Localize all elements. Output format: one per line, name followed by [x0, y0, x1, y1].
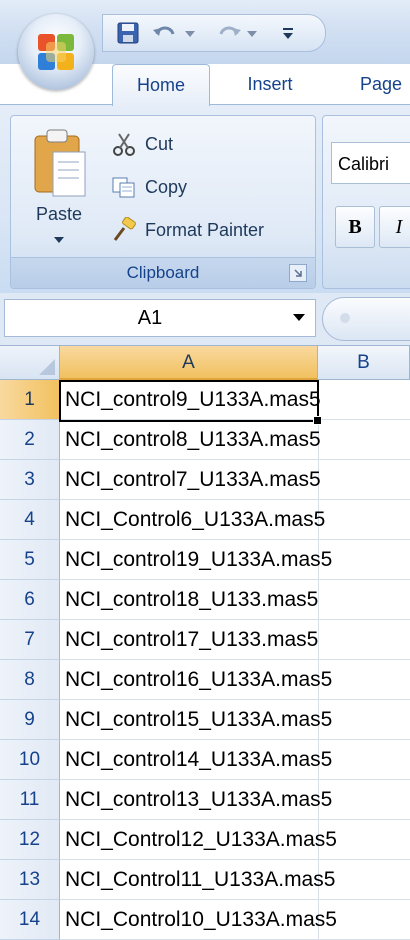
- copy-button[interactable]: Copy: [111, 171, 187, 203]
- cell-a[interactable]: NCI_control18_U133.mas5: [60, 580, 410, 620]
- font-group: Calibri B I: [322, 115, 410, 289]
- row-header[interactable]: 12: [0, 820, 60, 860]
- undo-button[interactable]: [149, 18, 201, 48]
- table-row: 12 NCI_Control12_U133A.mas5: [0, 820, 410, 860]
- table-row: 10 NCI_control14_U133A.mas5: [0, 740, 410, 780]
- formula-divider-icon: [340, 313, 350, 323]
- undo-icon: [153, 26, 195, 37]
- fill-handle[interactable]: [313, 416, 322, 425]
- table-row: 5 NCI_control19_U133A.mas5: [0, 540, 410, 580]
- row-header[interactable]: 7: [0, 620, 60, 660]
- table-row: 3 NCI_control7_U133A.mas5: [0, 460, 410, 500]
- row-header[interactable]: 3: [0, 460, 60, 500]
- clipboard-group: Paste Cut Copy Format Painter Clipboard: [10, 115, 316, 289]
- table-row: 7 NCI_control17_U133.mas5: [0, 620, 410, 660]
- font-name-box[interactable]: Calibri: [331, 142, 410, 184]
- tab-page-layout[interactable]: Page: [330, 64, 410, 104]
- save-button[interactable]: [113, 18, 143, 48]
- save-icon: [117, 22, 139, 44]
- redo-button[interactable]: [211, 18, 263, 48]
- formula-input-area[interactable]: [322, 297, 410, 341]
- row-header[interactable]: 13: [0, 860, 60, 900]
- cell-a[interactable]: NCI_control17_U133.mas5: [60, 620, 410, 660]
- cell-a[interactable]: NCI_Control12_U133A.mas5: [60, 820, 410, 860]
- tab-insert[interactable]: Insert: [222, 64, 318, 104]
- paste-button[interactable]: Paste: [17, 120, 101, 252]
- row-header[interactable]: 5: [0, 540, 60, 580]
- name-box-value: A1: [137, 307, 163, 329]
- cut-button[interactable]: Cut: [111, 128, 173, 160]
- copy-label: Copy: [145, 176, 188, 197]
- office-button[interactable]: [18, 14, 94, 90]
- bold-button[interactable]: B: [335, 206, 375, 248]
- row-header[interactable]: 6: [0, 580, 60, 620]
- table-row: 2 NCI_control8_U133A.mas5: [0, 420, 410, 460]
- tab-home[interactable]: Home: [112, 64, 210, 106]
- row-header[interactable]: 11: [0, 780, 60, 820]
- redo-icon: [219, 26, 257, 37]
- cell-a[interactable]: NCI_control15_U133A.mas5: [60, 700, 410, 740]
- column-header-a[interactable]: A: [60, 346, 318, 380]
- office-logo-icon: [38, 34, 74, 70]
- cell-a[interactable]: NCI_control19_U133A.mas5: [60, 540, 410, 580]
- cell-a[interactable]: NCI_control8_U133A.mas5: [60, 420, 410, 460]
- ribbon: Paste Cut Copy Format Painter Clipboard …: [0, 104, 410, 294]
- worksheet-grid: A B 1 NCI_control9_U133A.mas5 2 NCI_control…: [0, 346, 410, 940]
- table-row: 4 NCI_Control6_U133A.mas5: [0, 500, 410, 540]
- cell-a[interactable]: NCI_control14_U133A.mas5: [60, 740, 410, 780]
- clipboard-group-label: Clipboard: [11, 257, 315, 288]
- table-row: 11 NCI_control13_U133A.mas5: [0, 780, 410, 820]
- formula-bar: A1: [0, 293, 410, 346]
- copy-icon: [112, 177, 135, 198]
- cell-a[interactable]: NCI_control9_U133A.mas5: [60, 380, 410, 420]
- chevron-down-icon: [283, 28, 293, 39]
- customize-qat-button[interactable]: [273, 18, 303, 48]
- cell-a[interactable]: NCI_control13_U133A.mas5: [60, 780, 410, 820]
- paste-dropdown-icon: [54, 237, 64, 243]
- cell-a[interactable]: NCI_Control6_U133A.mas5: [60, 500, 410, 540]
- select-all-button[interactable]: [0, 346, 60, 380]
- table-row: 1 NCI_control9_U133A.mas5: [0, 380, 410, 420]
- paintbrush-icon: [113, 217, 136, 241]
- italic-button[interactable]: I: [379, 206, 410, 248]
- row-header[interactable]: 14: [0, 900, 60, 940]
- scissors-icon: [113, 133, 135, 156]
- clipboard-dialog-launcher[interactable]: [289, 264, 307, 282]
- table-row: 6 NCI_control18_U133.mas5: [0, 580, 410, 620]
- row-header[interactable]: 1: [0, 380, 60, 420]
- cell-a[interactable]: NCI_control16_U133A.mas5: [60, 660, 410, 700]
- format-painter-button[interactable]: Format Painter: [111, 214, 264, 246]
- row-header[interactable]: 4: [0, 500, 60, 540]
- name-box-dropdown-icon[interactable]: [293, 314, 305, 321]
- cut-label: Cut: [145, 133, 174, 154]
- name-box[interactable]: A1: [4, 299, 316, 337]
- row-header[interactable]: 2: [0, 420, 60, 460]
- cell-a[interactable]: NCI_Control11_U133A.mas5: [60, 860, 410, 900]
- table-row: 13 NCI_Control11_U133A.mas5: [0, 860, 410, 900]
- table-row: 8 NCI_control16_U133A.mas5: [0, 660, 410, 700]
- row-header[interactable]: 10: [0, 740, 60, 780]
- paste-icon: [34, 129, 86, 197]
- paste-label: Paste: [35, 204, 83, 224]
- row-header[interactable]: 9: [0, 700, 60, 740]
- cell-a[interactable]: NCI_control7_U133A.mas5: [60, 460, 410, 500]
- quick-access-toolbar: [102, 14, 326, 52]
- row-header[interactable]: 8: [0, 660, 60, 700]
- dialog-launcher-icon: [294, 269, 302, 277]
- cell-a[interactable]: NCI_Control10_U133A.mas5: [60, 900, 410, 940]
- format-painter-label: Format Painter: [145, 219, 265, 240]
- column-header-b[interactable]: B: [318, 346, 410, 380]
- table-row: 14 NCI_Control10_U133A.mas5: [0, 900, 410, 940]
- table-row: 9 NCI_control15_U133A.mas5: [0, 700, 410, 740]
